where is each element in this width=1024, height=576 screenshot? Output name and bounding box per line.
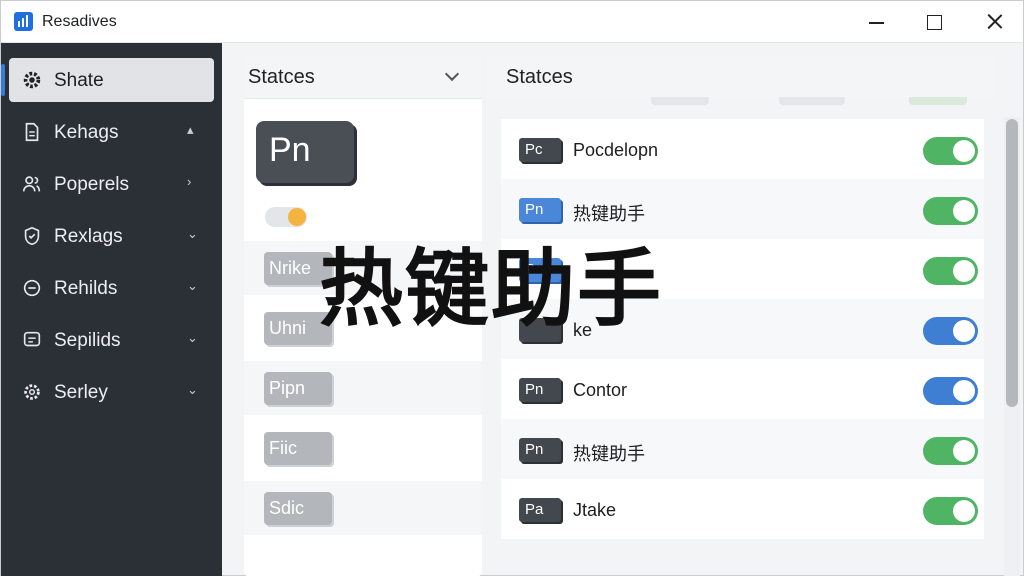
sidebar: Shate Kehags ▴ Poperels › Rexlags ⌄ Rehi… — [1, 43, 222, 576]
chevron-down-icon — [444, 66, 460, 82]
sidebar-item-label: Rexlags — [54, 226, 123, 247]
toggle-switch[interactable] — [923, 377, 978, 405]
left-panel-header[interactable]: Statces — [244, 55, 482, 99]
sidebar-item-label: Shate — [54, 70, 104, 91]
chevron-right-icon: › — [187, 174, 192, 189]
chevron-up-icon: ▴ — [187, 122, 194, 137]
minimize-button[interactable] — [856, 7, 896, 37]
toggle-switch[interactable] — [923, 497, 978, 525]
list-item-label: Jtake — [573, 500, 617, 520]
sidebar-item-sepilids[interactable]: Sepilids ⌄ — [9, 318, 214, 362]
maximize-button[interactable] — [914, 7, 954, 37]
right-panel-title: Statces — [506, 66, 573, 88]
overlay-title: 热键助手 — [319, 240, 664, 338]
title-bar: Resadives — [1, 1, 1023, 43]
chevron-down-icon: ⌄ — [187, 226, 198, 241]
scrollbar-thumb[interactable] — [1006, 119, 1018, 407]
list-item-label: Pocdelopn — [573, 140, 659, 160]
chip-item[interactable]: Pipn — [264, 372, 332, 405]
toggle-switch[interactable] — [923, 197, 978, 225]
list-item[interactable]: Pc Pocdelopn — [501, 119, 984, 179]
app-badge: Pn — [519, 438, 561, 462]
chevron-down-icon: ⌄ — [187, 330, 198, 345]
app-badge: Pn — [519, 378, 561, 402]
close-button[interactable] — [974, 7, 1014, 37]
circle-minus-icon — [21, 277, 43, 299]
chat-icon — [21, 329, 43, 351]
toggle-switch[interactable] — [923, 317, 978, 345]
list-item[interactable]: Pn 热键助手 — [501, 419, 984, 479]
app-badge-large: Pn — [256, 121, 354, 183]
sidebar-item-rehilds[interactable]: Rehilds ⌄ — [9, 266, 214, 310]
app-logo-icon — [14, 12, 33, 31]
chevron-down-icon: ⌄ — [187, 382, 198, 397]
list-item[interactable]: Pn Contor — [501, 359, 984, 419]
app-window: Resadives Shate Kehags ▴ Poperels › Rexl… — [0, 0, 1024, 576]
list-item[interactable]: Pa Jtake — [501, 479, 984, 539]
right-panel-header: Statces — [486, 55, 996, 99]
list-item[interactable]: Pn 热键助手 — [501, 179, 984, 239]
window-title: Resadives — [42, 13, 117, 30]
toggle-switch[interactable] — [923, 437, 978, 465]
sidebar-item-poperels[interactable]: Poperels › — [9, 162, 214, 206]
gear-icon — [21, 69, 43, 91]
small-toggle[interactable] — [265, 207, 307, 227]
app-badge: Pc — [519, 138, 561, 162]
sidebar-item-shate[interactable]: Shate — [1, 58, 214, 102]
sidebar-item-kehags[interactable]: Kehags ▴ — [9, 110, 214, 154]
list-item-label: Contor — [573, 380, 628, 400]
list-item-label: 热键助手 — [573, 204, 645, 224]
chip-item[interactable]: Fiic — [264, 432, 332, 465]
chevron-down-icon: ⌄ — [187, 278, 198, 293]
app-badge: Pn — [519, 198, 561, 222]
sidebar-item-label: Sepilids — [54, 330, 121, 351]
document-icon — [21, 121, 43, 143]
toggle-switch[interactable] — [923, 257, 978, 285]
list-item-label: 热键助手 — [573, 444, 645, 464]
left-panel-title: Statces — [248, 66, 315, 88]
app-badge: Pa — [519, 498, 561, 522]
sidebar-item-rexlags[interactable]: Rexlags ⌄ — [9, 214, 214, 258]
shield-icon — [21, 225, 43, 247]
sidebar-item-label: Kehags — [54, 122, 119, 143]
sidebar-item-label: Poperels — [54, 174, 129, 195]
sidebar-item-label: Serley — [54, 382, 108, 403]
sidebar-item-serley[interactable]: Serley ⌄ — [9, 370, 214, 414]
toggle-switch[interactable] — [923, 137, 978, 165]
chip-item[interactable]: Sdic — [264, 492, 332, 525]
sidebar-item-label: Rehilds — [54, 278, 118, 299]
users-icon — [21, 173, 43, 195]
gear-icon — [21, 381, 43, 403]
faded-row-top — [501, 97, 1001, 107]
